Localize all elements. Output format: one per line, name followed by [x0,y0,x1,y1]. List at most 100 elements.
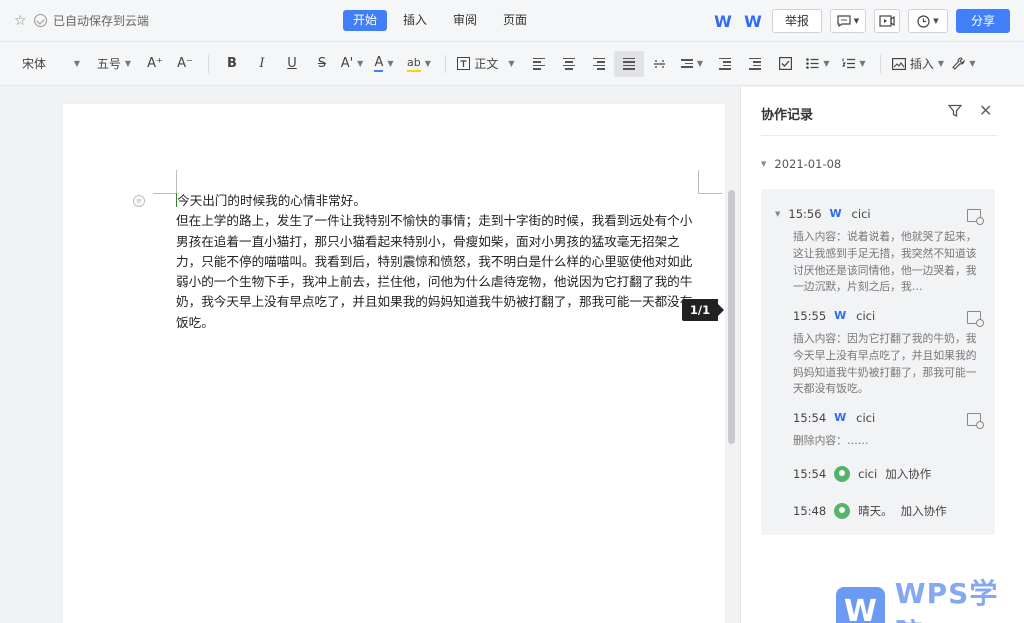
font-color-button[interactable]: A ▼ [367,51,401,77]
shrink-font-button[interactable]: A⁻ [170,51,200,77]
indent-decrease-button[interactable] [710,51,740,77]
toolbar-divider [445,54,446,73]
underline-button[interactable]: U [277,51,307,77]
bullet-list-button[interactable]: ▼ [800,51,836,77]
page-indicator: 1/1 [682,299,724,321]
toolbar-divider [208,54,209,73]
bold-button[interactable]: B [217,51,247,77]
chevron-down-icon: ▼ [696,59,704,68]
distributed-align-button[interactable] [644,51,674,77]
collapse-triangle-icon[interactable]: ▼ [775,210,780,218]
close-icon[interactable]: ✕ [979,101,992,120]
bullet-list-icon [806,58,819,69]
document-page[interactable]: ≡ 今天出门的时候我的心情非常好。 但在上学的路上，发生了一件让我特别不愉快的事… [63,104,725,623]
align-justify-button[interactable] [614,50,644,77]
strikethrough-button[interactable]: S [307,51,337,77]
comment-button[interactable]: ▼ [830,9,866,33]
chevron-down-icon: ▼ [357,59,364,68]
wps-user-icon: W [834,309,847,322]
entry-header: 15:54 W cici [793,411,875,425]
italic-button[interactable]: I [247,51,277,77]
chevron-down-icon: ▼ [124,59,132,68]
line-spacing-button[interactable]: ▼ [674,51,710,77]
locate-edit-icon[interactable] [967,413,984,429]
document-body[interactable]: 今天出门的时候我的心情非常好。 但在上学的路上，发生了一件让我特别不愉快的事情；… [176,191,704,333]
vertical-scrollbar[interactable] [728,190,735,444]
tab-home[interactable]: 开始 [343,10,388,31]
superscript-button[interactable]: A' ▼ [337,51,367,77]
top-bar: ☆ 已自动保存到云端 开始 插入 审阅 页面 W W 举报 ▼ ▼ 分享 [0,0,1024,42]
indent-icon [749,57,761,70]
paragraph-style-select[interactable]: 正文 ▼ [454,51,518,77]
tools-button[interactable]: ▼ [947,51,981,77]
align-center-icon [563,57,575,70]
share-button[interactable]: 分享 [956,9,1010,33]
indent-increase-button[interactable] [740,51,770,77]
paragraph[interactable]: 但在上学的路上，发生了一件让我特别不愉快的事情；走到十字街的时候，我看到远处有个… [176,211,704,333]
highlight-button[interactable]: ab ▼ [401,51,437,77]
align-right-button[interactable] [584,51,614,77]
watermark-text: WPS学院 [894,577,999,623]
date-group-header[interactable]: ▼ 2021-01-08 [761,157,841,171]
font-color-label: A [374,54,384,72]
report-button[interactable]: 举报 [771,9,822,33]
entry-action: 加入协作 [900,504,947,518]
chevron-down-icon: ▼ [424,59,431,68]
autosave-text: 已自动保存到云端 [53,14,150,28]
ribbon-tabs: 开始 插入 审阅 页面 [343,10,543,31]
entry-header: 15:48 晴天。 加入协作 [793,503,947,519]
record-list: ▼ 15:56 W cici 插入内容：说着说着，他就哭了起来，这让我感到手足无… [761,189,995,535]
chevron-down-icon: ▼ [73,59,80,68]
font-size-value: 五号 [96,57,121,71]
checkbox-icon [778,57,792,70]
present-button[interactable] [874,9,900,33]
style-value: 正文 [474,57,499,71]
paragraph-handle-icon[interactable]: ≡ [133,195,145,207]
align-center-button[interactable] [554,51,584,77]
numbered-list-icon [842,58,856,69]
history-button[interactable]: ▼ [908,9,948,33]
distribute-icon [653,59,665,68]
locate-edit-icon[interactable] [967,209,984,225]
numbered-list-button[interactable]: ▼ [836,51,872,77]
font-family-select[interactable]: 宋体 ▼ [14,51,84,77]
star-icon[interactable]: ☆ [14,14,28,28]
entry-time: 15:55 [793,309,827,323]
font-size-select[interactable]: 五号 ▼ [94,51,134,77]
locate-edit-icon[interactable] [967,311,984,327]
collaboration-panel: 协作记录 ✕ ▼ 2021-01-08 ▼ 15:56 W cici 插入内容：… [740,87,1024,623]
chevron-down-icon: ▼ [969,59,976,68]
checklist-button[interactable] [770,51,800,77]
grow-font-button[interactable]: A⁺ [140,51,170,77]
entry-content: 插入内容：说着说着，他就哭了起来，这让我感到手足无措，我突然不知道该讨厌他还是该… [793,230,977,294]
entry-content: 删除内容：…… [793,434,869,447]
panel-divider [761,135,997,136]
chevron-down-icon: ▼ [933,17,939,25]
entry-user: 晴天。 [858,504,893,518]
highlight-label: ab [407,56,421,72]
wps-user-icon: W [829,207,842,220]
paragraph-text: 今天出门的时候我的心情非常好。 [177,193,366,208]
paragraph[interactable]: 今天出门的时候我的心情非常好。 [176,191,704,211]
saved-check-icon [34,14,47,27]
style-icon [457,57,471,70]
chevron-down-icon: ▼ [508,59,515,68]
align-right-icon [593,57,605,70]
tab-review[interactable]: 审阅 [443,10,487,31]
filter-icon[interactable] [948,104,962,118]
panel-title: 协作记录 [761,108,814,123]
tab-page[interactable]: 页面 [493,10,537,31]
save-status: ☆ 已自动保存到云端 [14,12,149,29]
entry-time: 15:56 [788,207,822,221]
entry-header: ▼ 15:56 W cici [775,207,871,221]
align-left-button[interactable] [524,51,554,77]
outdent-icon [719,57,731,70]
document-area: ≡ 今天出门的时候我的心情非常好。 但在上学的路上，发生了一件让我特别不愉快的事… [0,87,740,623]
entry-time: 15:54 [793,467,827,481]
insert-menu-button[interactable]: 插入 ▼ [889,51,947,77]
tab-insert[interactable]: 插入 [393,10,437,31]
entry-time: 15:48 [793,504,827,518]
wps-doc-icon[interactable]: W [742,10,764,32]
entry-content: 插入内容：因为它打翻了我的牛奶，我今天早上没有早点吃了，并且如果我的妈妈知道我牛… [793,332,977,396]
wps-logo-icon[interactable]: W [712,10,734,32]
